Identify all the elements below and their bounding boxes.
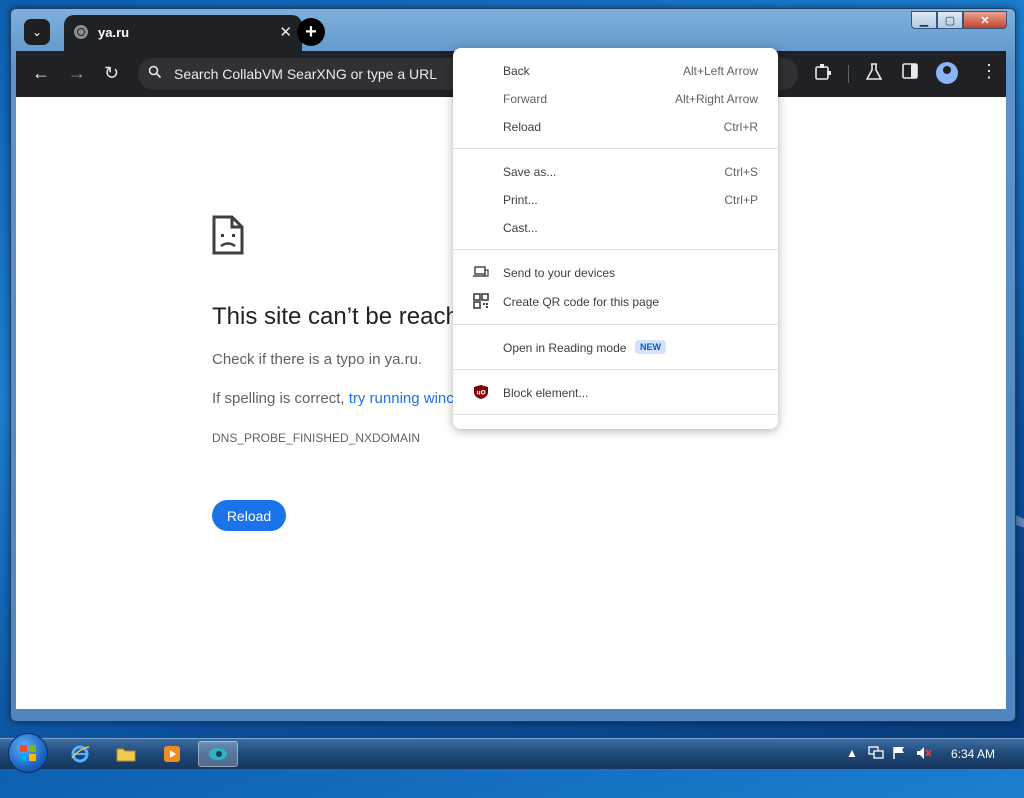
menu-item-forward[interactable]: Forward Alt+Right Arrow <box>453 87 778 111</box>
diagnostics-link[interactable]: try running winc <box>349 390 454 407</box>
menu-item-save-as[interactable]: Save as... Ctrl+S <box>453 160 778 184</box>
sad-document-icon <box>212 215 244 255</box>
page-reload-button[interactable]: Reload <box>212 500 286 531</box>
chrome-taskbar-icon[interactable] <box>198 741 238 767</box>
start-button[interactable] <box>8 733 48 773</box>
search-icon <box>148 65 162 82</box>
extensions-icon[interactable] <box>814 63 832 86</box>
menu-item-label: Back <box>503 64 530 78</box>
taskbar: ▲ 6:34 AM <box>0 733 1024 773</box>
toolbar-divider <box>848 65 849 83</box>
side-panel-icon[interactable] <box>902 63 918 84</box>
tab-search-button[interactable]: ⌄ <box>24 19 50 45</box>
profile-icon[interactable] <box>936 62 958 84</box>
menu-item-shortcut: Alt+Right Arrow <box>674 92 758 106</box>
ublock-icon-text: uO <box>476 390 485 397</box>
plus-icon: + <box>305 20 317 43</box>
menu-icon[interactable]: ⋮ <box>980 61 998 82</box>
tab-close-icon[interactable]: ✕ <box>279 23 292 41</box>
new-tab-button[interactable]: + <box>297 18 325 46</box>
show-hidden-icons-button[interactable]: ▲ <box>846 746 858 760</box>
menu-item-shortcut: Ctrl+S <box>724 165 758 179</box>
menu-item-shortcut: Alt+Left Arrow <box>682 64 758 78</box>
menu-item-cast[interactable]: Cast... <box>453 216 778 240</box>
menu-item-label: Create QR code for this page <box>503 295 660 309</box>
file-explorer-icon[interactable] <box>106 741 146 767</box>
chevron-down-icon: ⌄ <box>31 25 43 39</box>
menu-item-shortcut: Ctrl+P <box>724 193 758 207</box>
error-hint-spelling: If spelling is correct, try running winc <box>212 390 454 407</box>
menu-item-reading-mode[interactable]: Open in Reading mode NEW <box>453 336 778 360</box>
menu-item-label: Open in Reading mode <box>503 341 627 355</box>
volume-muted-icon[interactable] <box>916 746 932 763</box>
error-code: DNS_PROBE_FINISHED_NXDOMAIN <box>212 431 421 445</box>
reload-button[interactable]: ↻ <box>104 63 119 83</box>
tab-ya-ru[interactable]: ya.ru ✕ <box>64 15 302 51</box>
menu-item-shortcut: Ctrl+R <box>723 120 758 134</box>
qr-code-icon <box>473 293 489 309</box>
network-icon[interactable] <box>868 746 884 763</box>
windows-logo-icon <box>20 745 36 761</box>
menu-item-label: Send to your devices <box>503 266 616 280</box>
menu-item-reload[interactable]: Reload Ctrl+R <box>453 115 778 139</box>
error-title: This site can’t be reach <box>212 303 459 330</box>
menu-separator <box>453 414 778 415</box>
menu-item-label: Save as... <box>503 165 557 179</box>
globe-icon <box>74 25 88 39</box>
menu-item-label: Cast... <box>503 221 538 235</box>
menu-item-qr-code[interactable]: Create QR code for this page <box>453 290 778 314</box>
error-hint-typo: Check if there is a typo in ya.ru. <box>212 351 423 368</box>
tab-strip: ⌄ ya.ru ✕ + <box>16 13 1006 51</box>
menu-separator <box>453 148 778 149</box>
labs-icon[interactable] <box>865 63 883 86</box>
context-menu: Back Alt+Left Arrow Forward Alt+Right Ar… <box>453 48 778 429</box>
menu-item-label: Block element... <box>503 386 589 400</box>
menu-separator <box>453 369 778 370</box>
menu-item-back[interactable]: Back Alt+Left Arrow <box>453 59 778 83</box>
menu-item-label: Forward <box>503 92 548 106</box>
ublock-shield-icon: uO <box>473 384 489 400</box>
devices-icon <box>473 264 489 280</box>
menu-item-block-element[interactable]: uO Block element... <box>453 381 778 405</box>
new-badge: NEW <box>635 340 666 354</box>
menu-item-label: Print... <box>503 193 538 207</box>
menu-item-print[interactable]: Print... Ctrl+P <box>453 188 778 212</box>
media-player-icon[interactable] <box>152 741 192 767</box>
menu-separator <box>453 249 778 250</box>
menu-separator <box>453 324 778 325</box>
internet-explorer-icon[interactable] <box>60 741 100 767</box>
action-center-flag-icon[interactable] <box>892 746 906 763</box>
error-hint-prefix: If spelling is correct, <box>212 390 349 407</box>
taskbar-clock[interactable]: 6:34 AM <box>951 747 995 761</box>
forward-button[interactable]: → <box>68 63 86 83</box>
back-button[interactable]: ← <box>32 63 50 83</box>
tab-title: ya.ru <box>98 25 130 40</box>
address-bar-placeholder: Search CollabVM SearXNG or type a URL <box>174 66 437 82</box>
menu-item-label: Reload <box>503 120 542 134</box>
menu-item-send-to-devices[interactable]: Send to your devices <box>453 261 778 285</box>
